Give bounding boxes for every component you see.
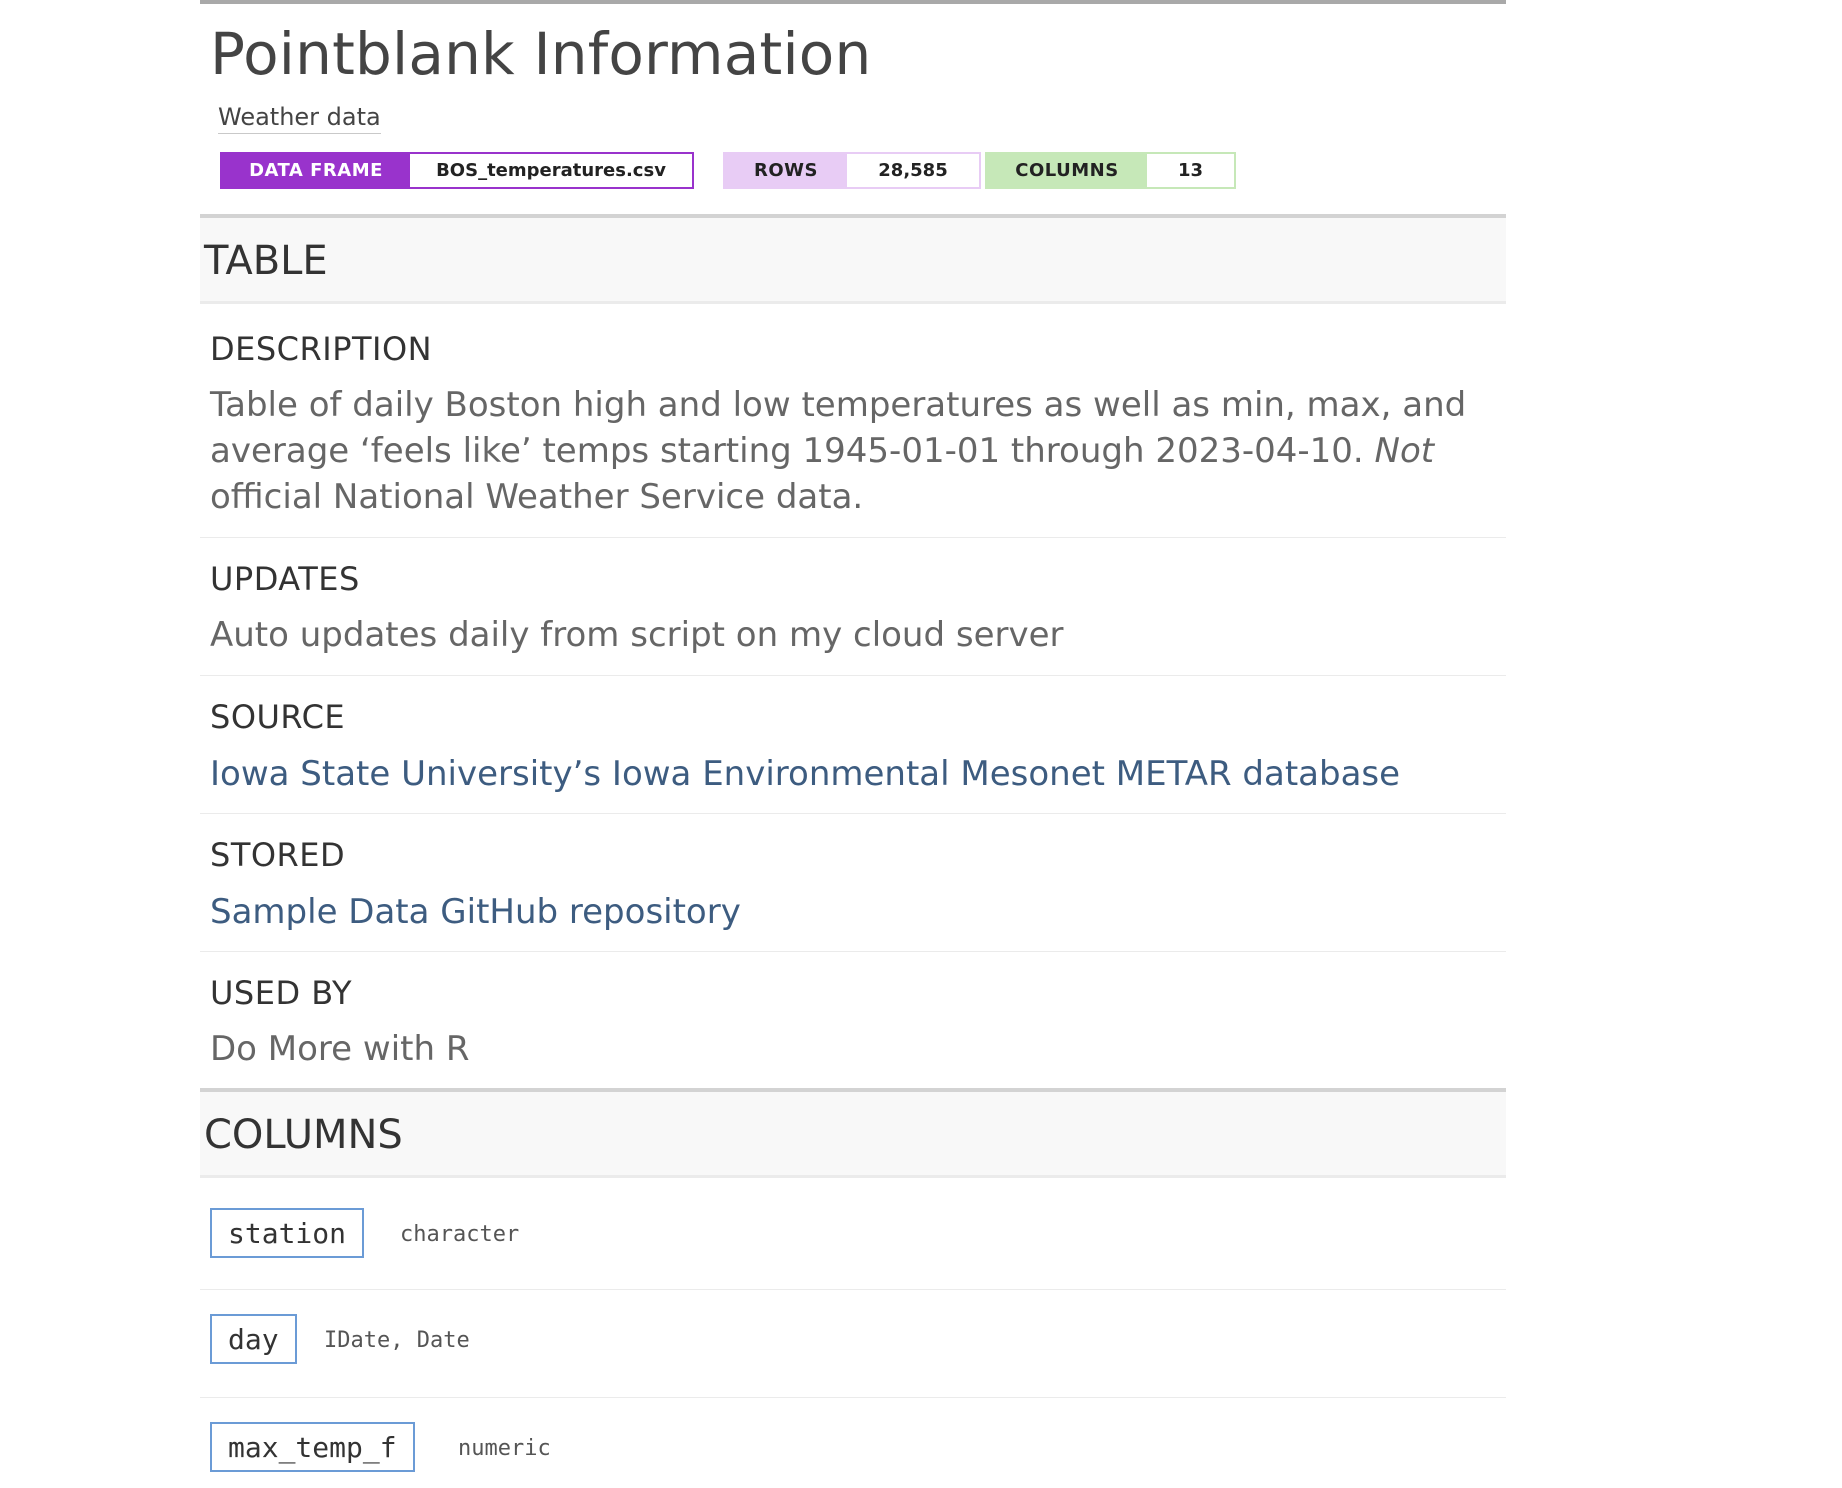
column-row-max-temp-f: max_temp_f numeric bbox=[200, 1398, 1506, 1488]
column-row-station: station character bbox=[200, 1178, 1506, 1290]
data-frame-badge: DATA FRAME BOS_temperatures.csv bbox=[220, 152, 694, 189]
source-link[interactable]: Iowa State University’s Iowa Environment… bbox=[210, 754, 1400, 794]
columns-badge-value: 13 bbox=[1147, 154, 1234, 187]
updates-text: Auto updates daily from script on my clo… bbox=[210, 615, 1064, 655]
source-heading: SOURCE bbox=[210, 698, 346, 736]
page-subtitle: Weather data bbox=[218, 103, 381, 134]
data-frame-badge-label: DATA FRAME bbox=[222, 154, 410, 187]
table-section-label: TABLE bbox=[204, 238, 328, 284]
description-row: DESCRIPTION Table of daily Boston high a… bbox=[200, 304, 1506, 538]
column-type: character bbox=[400, 1222, 520, 1247]
used-by-text: Do More with R bbox=[210, 1029, 470, 1069]
description-text: Table of daily Boston high and low tempe… bbox=[210, 382, 1500, 520]
rows-badge-value: 28,585 bbox=[847, 154, 979, 187]
column-name-badge: day bbox=[210, 1314, 297, 1364]
rows-badge: ROWS 28,585 bbox=[723, 152, 981, 189]
rows-badge-label: ROWS bbox=[725, 154, 847, 187]
page-title: Pointblank Information bbox=[210, 20, 872, 88]
updates-row: UPDATES Auto updates daily from script o… bbox=[200, 538, 1506, 676]
column-row-day: day IDate, Date bbox=[200, 1290, 1506, 1398]
stored-row: STORED Sample Data GitHub repository bbox=[200, 814, 1506, 952]
column-name-badge: max_temp_f bbox=[210, 1422, 415, 1472]
source-row: SOURCE Iowa State University’s Iowa Envi… bbox=[200, 676, 1506, 814]
column-type: numeric bbox=[458, 1436, 551, 1461]
stored-heading: STORED bbox=[210, 836, 346, 874]
used-by-heading: USED BY bbox=[210, 974, 353, 1012]
description-text-start: Table of daily Boston high and low tempe… bbox=[210, 385, 1467, 471]
description-emphasis: Not bbox=[1374, 431, 1435, 471]
column-type: IDate, Date bbox=[324, 1328, 470, 1353]
column-name-badge: station bbox=[210, 1208, 365, 1258]
data-frame-badge-value: BOS_temperatures.csv bbox=[410, 154, 692, 187]
table-section-header: TABLE bbox=[200, 214, 1506, 304]
columns-section-label: COLUMNS bbox=[204, 1112, 403, 1158]
top-rule bbox=[200, 0, 1506, 4]
stored-link[interactable]: Sample Data GitHub repository bbox=[210, 892, 741, 932]
columns-section-header: COLUMNS bbox=[200, 1088, 1506, 1178]
description-heading: DESCRIPTION bbox=[210, 330, 433, 368]
description-text-end: official National Weather Service data. bbox=[210, 477, 864, 517]
updates-heading: UPDATES bbox=[210, 560, 360, 598]
columns-badge-label: COLUMNS bbox=[987, 154, 1147, 187]
used-by-row: USED BY Do More with R bbox=[200, 952, 1506, 1088]
columns-badge: COLUMNS 13 bbox=[985, 152, 1236, 189]
